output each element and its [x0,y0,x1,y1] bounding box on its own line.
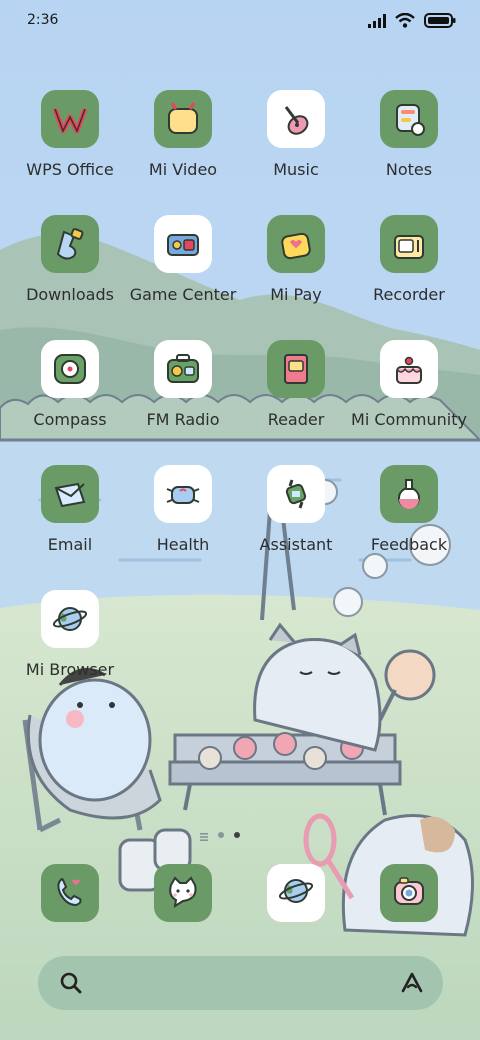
guitar-icon[interactable] [267,90,325,148]
page-dot-2-active[interactable] [234,832,240,838]
app-mi-video[interactable]: Mi Video [123,90,243,200]
app-label: Recorder [373,285,445,304]
app-downloads[interactable]: Downloads [10,215,130,325]
page-list-icon [200,826,208,845]
app-label: Mi Community [351,410,467,429]
status-bar: 2:36 [0,0,480,44]
game-console-icon[interactable] [154,215,212,273]
wallet-icon[interactable] [267,215,325,273]
app-recorder[interactable]: Recorder [349,215,469,325]
cat-messages-icon [163,871,203,915]
app-email[interactable]: Email [10,465,130,575]
book-icon[interactable] [267,340,325,398]
app-music[interactable]: Music [236,90,356,200]
dock-messages[interactable] [154,864,212,922]
notes-icon[interactable] [380,90,438,148]
envelope-icon[interactable] [41,465,99,523]
page-indicator[interactable] [200,830,240,841]
battery-icon [424,12,456,32]
fm-radio-icon[interactable] [154,340,212,398]
dock-camera[interactable] [380,864,438,922]
wps-office-icon[interactable] [41,90,99,148]
signal-icon [368,13,386,32]
app-fm-radio[interactable]: FM Radio [123,340,243,450]
downloads-icon[interactable] [41,215,99,273]
search-bar[interactable] [38,956,443,1010]
mask-icon[interactable] [154,465,212,523]
app-game-center[interactable]: Game Center [123,215,243,325]
dock-phone[interactable] [41,864,99,922]
page-dot-1[interactable] [218,832,224,838]
app-mi-community[interactable]: Mi Community [349,340,469,450]
phone-icon [50,871,90,915]
status-time: 2:36 [27,12,59,28]
app-label: Notes [385,160,433,179]
app-notes[interactable]: Notes [349,90,469,200]
wifi-icon [395,12,415,32]
app-mi-pay[interactable]: Mi Pay [236,215,356,325]
potion-icon[interactable] [380,465,438,523]
app-assistant[interactable]: Assistant [236,465,356,575]
app-wps-office[interactable]: WPS Office [10,90,130,200]
watch-icon[interactable] [267,465,325,523]
dock-browser[interactable] [267,864,325,922]
app-compass[interactable]: Compass [10,340,130,450]
app-label: Feedback [370,535,448,554]
app-label: Mi Browser [25,660,115,679]
cake-icon[interactable] [380,340,438,398]
assistant-a-icon[interactable] [399,970,425,1000]
compass-icon[interactable] [41,340,99,398]
tv-icon[interactable] [154,90,212,148]
camera-icon [389,871,429,915]
planet-icon [276,871,316,915]
search-icon[interactable] [58,970,84,1000]
app-reader[interactable]: Reader [236,340,356,450]
planet-icon[interactable] [41,590,99,648]
radio-recorder-icon[interactable] [380,215,438,273]
app-mi-browser[interactable]: Mi Browser [10,590,130,700]
app-feedback[interactable]: Feedback [349,465,469,575]
app-health[interactable]: Health [123,465,243,575]
